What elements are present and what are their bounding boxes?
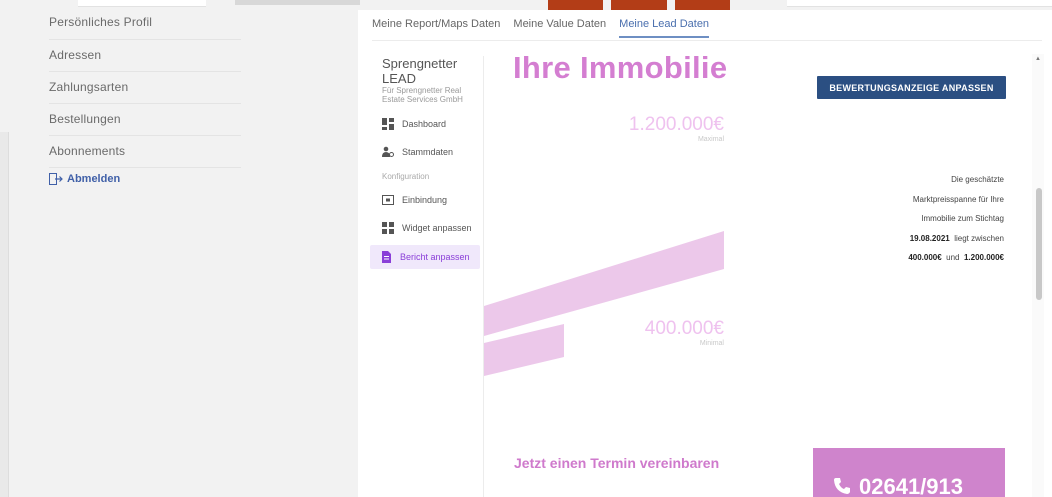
sidebar-item-label: Dashboard xyxy=(402,119,447,129)
background-logo xyxy=(548,0,730,10)
sidebar-item-label: Einbindung xyxy=(402,195,448,205)
report-scrollbar[interactable]: ▲ xyxy=(1032,54,1044,497)
scroll-thumb[interactable] xyxy=(1036,188,1042,300)
description-line: Die geschätzte xyxy=(951,175,1004,184)
background-window-edge xyxy=(0,132,9,497)
lead-nav: Dashboard Stammdaten Konfiguration Einbi… xyxy=(370,110,482,269)
description-line: 19.08.2021 liegt zwischen xyxy=(844,229,1004,249)
valuation-description: Die geschätzte Marktpreisspanne für Ihre… xyxy=(844,170,1004,268)
logout-link[interactable]: Abmelden xyxy=(49,173,241,185)
phone-number: 02641/913 xyxy=(859,474,963,497)
phone-box[interactable]: 02641/913 xyxy=(813,448,1005,497)
data-tabs: Meine Report/Maps Daten Meine Value Date… xyxy=(372,18,710,38)
valuation-date: 19.08.2021 xyxy=(909,233,950,243)
sidebar-item-widget[interactable]: Widget anpassen xyxy=(370,214,482,242)
description-text: liegt zwischen xyxy=(954,233,1004,243)
description-line: Marktpreisspanne für Ihre xyxy=(912,194,1004,204)
brand-subtitle-line1: Für Sprengnetter Real xyxy=(382,86,462,95)
background-blurred-text xyxy=(235,0,360,5)
account-nav-subscriptions[interactable]: Abonnements xyxy=(49,136,241,168)
max-price-label: Maximal xyxy=(697,136,724,143)
sidebar-section-label: Konfiguration xyxy=(382,172,430,181)
sidebar-item-label: Bericht anpassen xyxy=(400,252,470,262)
sidebar-item-bericht[interactable]: Bericht anpassen xyxy=(370,245,480,269)
tabs-divider xyxy=(372,40,1042,41)
sidebar-item-label: Stammdaten xyxy=(402,147,454,157)
price-range-graphic xyxy=(484,231,724,376)
report-title: Ihre Immobilie xyxy=(513,50,728,85)
sidebar-item-label: Widget anpassen xyxy=(402,223,472,233)
phone-icon xyxy=(834,478,850,494)
background-window-strip-right xyxy=(787,0,1052,7)
brand-title-line2: LEAD xyxy=(382,71,416,86)
min-price: 400.000€ xyxy=(644,318,724,339)
widget-icon xyxy=(382,222,394,234)
users-icon xyxy=(382,146,394,157)
report-preview: Ihre Immobilie BEWERTUNGSANZEIGE ANPASSE… xyxy=(484,46,1042,497)
account-nav-profile[interactable]: Persönliches Profil xyxy=(49,6,241,40)
scroll-up-arrow-icon[interactable]: ▲ xyxy=(1035,56,1041,62)
account-nav: Persönliches Profil Adressen Zahlungsart… xyxy=(49,6,241,185)
max-price: 1.200.000€ xyxy=(628,114,724,135)
report-icon xyxy=(382,251,391,263)
sidebar-item-dashboard[interactable]: Dashboard xyxy=(370,110,482,138)
tab-lead-data[interactable]: Meine Lead Daten xyxy=(619,18,710,38)
description-text: und xyxy=(946,253,960,262)
adjust-display-button[interactable]: BEWERTUNGSANZEIGE ANPASSEN xyxy=(817,76,1006,99)
description-max-price: 1.200.000€ xyxy=(963,253,1004,262)
brand-subtitle-line2: Estate Services GmbH xyxy=(382,95,463,104)
account-nav-orders[interactable]: Bestellungen xyxy=(49,104,241,136)
account-nav-addresses[interactable]: Adressen xyxy=(49,40,241,72)
sidebar-item-einbindung[interactable]: Einbindung xyxy=(370,186,482,214)
logout-icon xyxy=(49,173,63,185)
tab-value-data[interactable]: Meine Value Daten xyxy=(513,18,606,38)
dashboard-icon xyxy=(382,118,394,130)
main-panel: Meine Report/Maps Daten Meine Value Date… xyxy=(358,10,1052,497)
logout-label: Abmelden xyxy=(67,173,121,185)
tab-report-maps-data[interactable]: Meine Report/Maps Daten xyxy=(372,18,500,38)
brand-title-line1: Sprengnetter xyxy=(382,56,458,71)
embed-icon xyxy=(382,195,394,205)
appointment-cta[interactable]: Jetzt einen Termin vereinbaren xyxy=(514,455,719,471)
lead-sidebar: Sprengnetter LEAD Für Sprengnetter Real … xyxy=(370,56,482,497)
sidebar-item-stammdaten[interactable]: Stammdaten xyxy=(370,138,482,166)
description-min-price: 400.000€ xyxy=(908,253,942,262)
account-nav-payment-methods[interactable]: Zahlungsarten xyxy=(49,72,241,104)
description-line: 400.000€ und 1.200.000€ xyxy=(844,248,1004,268)
min-price-label: Minimal xyxy=(699,340,724,347)
description-line: Immobilie zum Stichtag xyxy=(921,214,1004,223)
